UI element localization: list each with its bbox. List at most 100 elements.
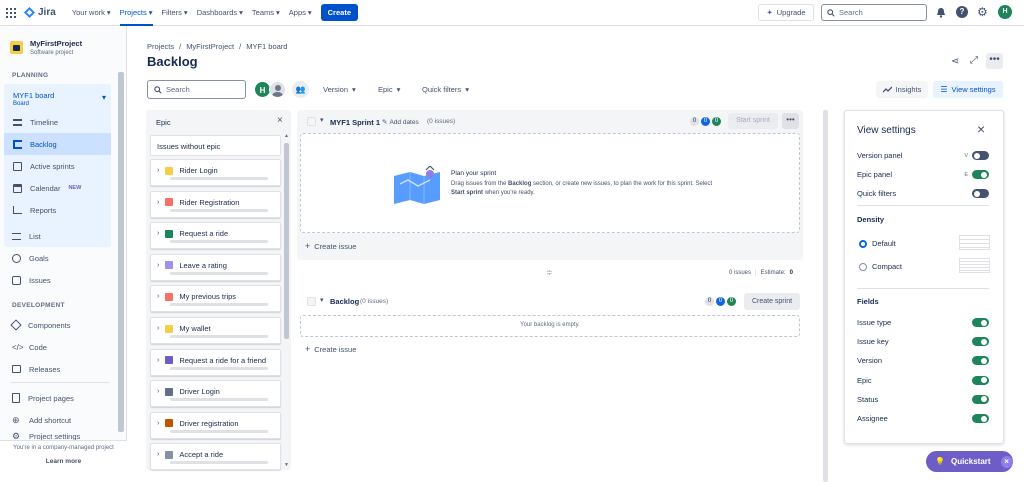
help-icon[interactable]: ? (956, 6, 968, 18)
quickstart-button[interactable]: 💡 Quickstart × (926, 451, 1013, 472)
sidebar-item-add-shortcut[interactable]: ⊕ Add shortcut (0, 409, 118, 431)
share-icon[interactable]: ⋖ (951, 56, 959, 67)
epic-card[interactable]: › Driver Login (150, 380, 281, 408)
nav-dashboards[interactable]: Dashboards ▾ (197, 8, 243, 17)
global-search-input[interactable]: Search (821, 4, 927, 21)
epic-card[interactable]: › Request a ride (150, 222, 281, 250)
field-toggle[interactable] (972, 337, 989, 347)
version-panel-toggle[interactable] (972, 151, 989, 160)
chevron-right-icon[interactable]: › (157, 451, 159, 458)
epic-card[interactable]: › Request a ride for a friend (150, 348, 281, 376)
settings-gear-icon[interactable]: ⚙ (977, 5, 988, 19)
chevron-right-icon[interactable]: › (157, 262, 159, 269)
jira-logo[interactable]: Jira (24, 7, 56, 18)
epic-card[interactable]: › My previous trips (150, 285, 281, 313)
field-toggle-row[interactable]: Issue key (857, 337, 989, 347)
insights-button[interactable]: Insights (876, 81, 928, 98)
epic-card[interactable]: › Leave a rating (150, 253, 281, 281)
chevron-right-icon[interactable]: › (157, 167, 159, 174)
nav-your-work[interactable]: Your work ▾ (72, 8, 111, 17)
epic-panel-toggle-row[interactable]: Epic panel E (857, 170, 989, 179)
chevron-right-icon[interactable]: › (157, 199, 159, 206)
version-filter[interactable]: Version ▾ (323, 85, 356, 94)
nav-apps[interactable]: Apps ▾ (289, 8, 312, 17)
epic-card[interactable]: › Driver registration (150, 411, 281, 439)
breadcrumb-projects[interactable]: Projects (147, 42, 174, 51)
sidebar-item-releases[interactable]: Releases (0, 358, 118, 380)
breadcrumb-project[interactable]: MyFirstProject (186, 42, 234, 51)
sidebar-item-timeline[interactable]: Timeline (4, 111, 111, 133)
field-toggle[interactable] (972, 375, 989, 385)
sidebar-scrollbar[interactable] (118, 72, 124, 432)
chevron-down-icon[interactable]: ▾ (320, 296, 324, 304)
expand-icon[interactable]: ⤢ (970, 55, 978, 66)
epic-card[interactable]: › Rider Login (150, 159, 281, 186)
field-toggle-row[interactable]: Version (857, 356, 989, 366)
field-toggle[interactable] (972, 394, 989, 404)
create-sprint-button[interactable]: Create sprint (744, 293, 800, 310)
quick-filters-filter[interactable]: Quick filters ▾ (422, 85, 469, 94)
board-switcher[interactable]: MYF1 board Board ▾ (13, 91, 108, 107)
scroll-down-arrow[interactable]: ▼ (284, 462, 289, 468)
backlog-select-checkbox[interactable] (307, 297, 316, 306)
add-dates-button[interactable]: ✎ Add dates (382, 118, 419, 127)
epic-panel-scrollbar[interactable] (284, 143, 289, 339)
scroll-up-arrow[interactable]: ▲ (284, 133, 289, 139)
issues-without-epic[interactable]: Issues without epic (150, 135, 281, 156)
quickstart-close-icon[interactable]: × (1000, 455, 1013, 468)
sidebar-item-reports[interactable]: Reports (4, 199, 111, 221)
epic-card[interactable]: › Accept a ride (150, 443, 281, 471)
sprint-create-issue-button[interactable]: + Create issue (305, 241, 356, 251)
sidebar-item-calendar[interactable]: Calendar NEW (4, 177, 111, 199)
sidebar-item-components[interactable]: Components (0, 314, 118, 336)
view-settings-button[interactable]: ☰ View settings (933, 81, 1003, 98)
unassigned-avatar-icon[interactable] (269, 81, 286, 98)
chevron-right-icon[interactable]: › (157, 388, 159, 395)
start-sprint-button[interactable]: Start sprint (728, 113, 778, 129)
field-toggle[interactable] (972, 356, 989, 366)
version-panel-toggle-row[interactable]: Version panel V (857, 151, 989, 160)
sprint-select-checkbox[interactable] (307, 117, 316, 126)
field-toggle-row[interactable]: Issue type (857, 318, 989, 327)
profile-avatar[interactable]: H (998, 5, 1012, 19)
close-icon[interactable]: × (977, 121, 985, 137)
add-people-icon[interactable]: 👥 (292, 81, 309, 98)
app-switcher-icon[interactable] (6, 7, 16, 18)
chevron-right-icon[interactable]: › (157, 230, 159, 237)
epic-panel-toggle[interactable] (972, 170, 989, 179)
density-compact-option[interactable]: Compact (859, 262, 902, 271)
sidebar-item-list[interactable]: List (0, 225, 118, 247)
epic-filter[interactable]: Epic ▾ (378, 85, 400, 94)
chevron-right-icon[interactable]: › (157, 357, 159, 364)
nav-teams[interactable]: Teams ▾ (252, 8, 280, 17)
field-toggle[interactable] (972, 414, 989, 423)
quick-filters-toggle-row[interactable]: Quick filters (857, 189, 989, 198)
sidebar-item-code[interactable]: </> Code (0, 336, 118, 358)
density-default-option[interactable]: Default (859, 239, 896, 248)
chevron-right-icon[interactable]: › (157, 420, 159, 427)
more-actions-button[interactable]: ••• (986, 53, 1003, 69)
field-toggle-row[interactable]: Epic (857, 375, 989, 385)
drag-handle-icon[interactable]: ≑ (546, 268, 553, 277)
main-scrollbar[interactable] (823, 110, 828, 482)
epic-card[interactable]: › My wallet (150, 317, 281, 344)
quick-filters-toggle[interactable] (972, 189, 989, 198)
notifications-icon[interactable] (936, 7, 946, 18)
close-icon[interactable]: × (277, 115, 283, 126)
field-toggle-row[interactable]: Assignee (857, 414, 989, 423)
backlog-search-input[interactable]: Search (147, 80, 246, 99)
project-header[interactable]: MyFirstProject Software project (0, 26, 126, 56)
sidebar-item-issues[interactable]: Issues (0, 269, 118, 291)
epic-card[interactable]: › Rider Registration (150, 190, 281, 218)
sidebar-item-active-sprints[interactable]: Active sprints (4, 155, 111, 177)
upgrade-button[interactable]: ✦ Upgrade (758, 4, 814, 21)
chevron-right-icon[interactable]: › (157, 325, 159, 332)
nav-filters[interactable]: Filters ▾ (162, 8, 188, 17)
nav-projects[interactable]: Projects ▾ (119, 0, 153, 26)
field-toggle-row[interactable]: Status (857, 394, 989, 404)
chevron-down-icon[interactable]: ▾ (320, 116, 324, 124)
sidebar-item-goals[interactable]: Goals (0, 247, 118, 269)
sprint-more-button[interactable]: ••• (782, 113, 799, 129)
backlog-create-issue-button[interactable]: + Create issue (305, 344, 356, 354)
sidebar-item-project-pages[interactable]: Project pages (0, 387, 118, 409)
